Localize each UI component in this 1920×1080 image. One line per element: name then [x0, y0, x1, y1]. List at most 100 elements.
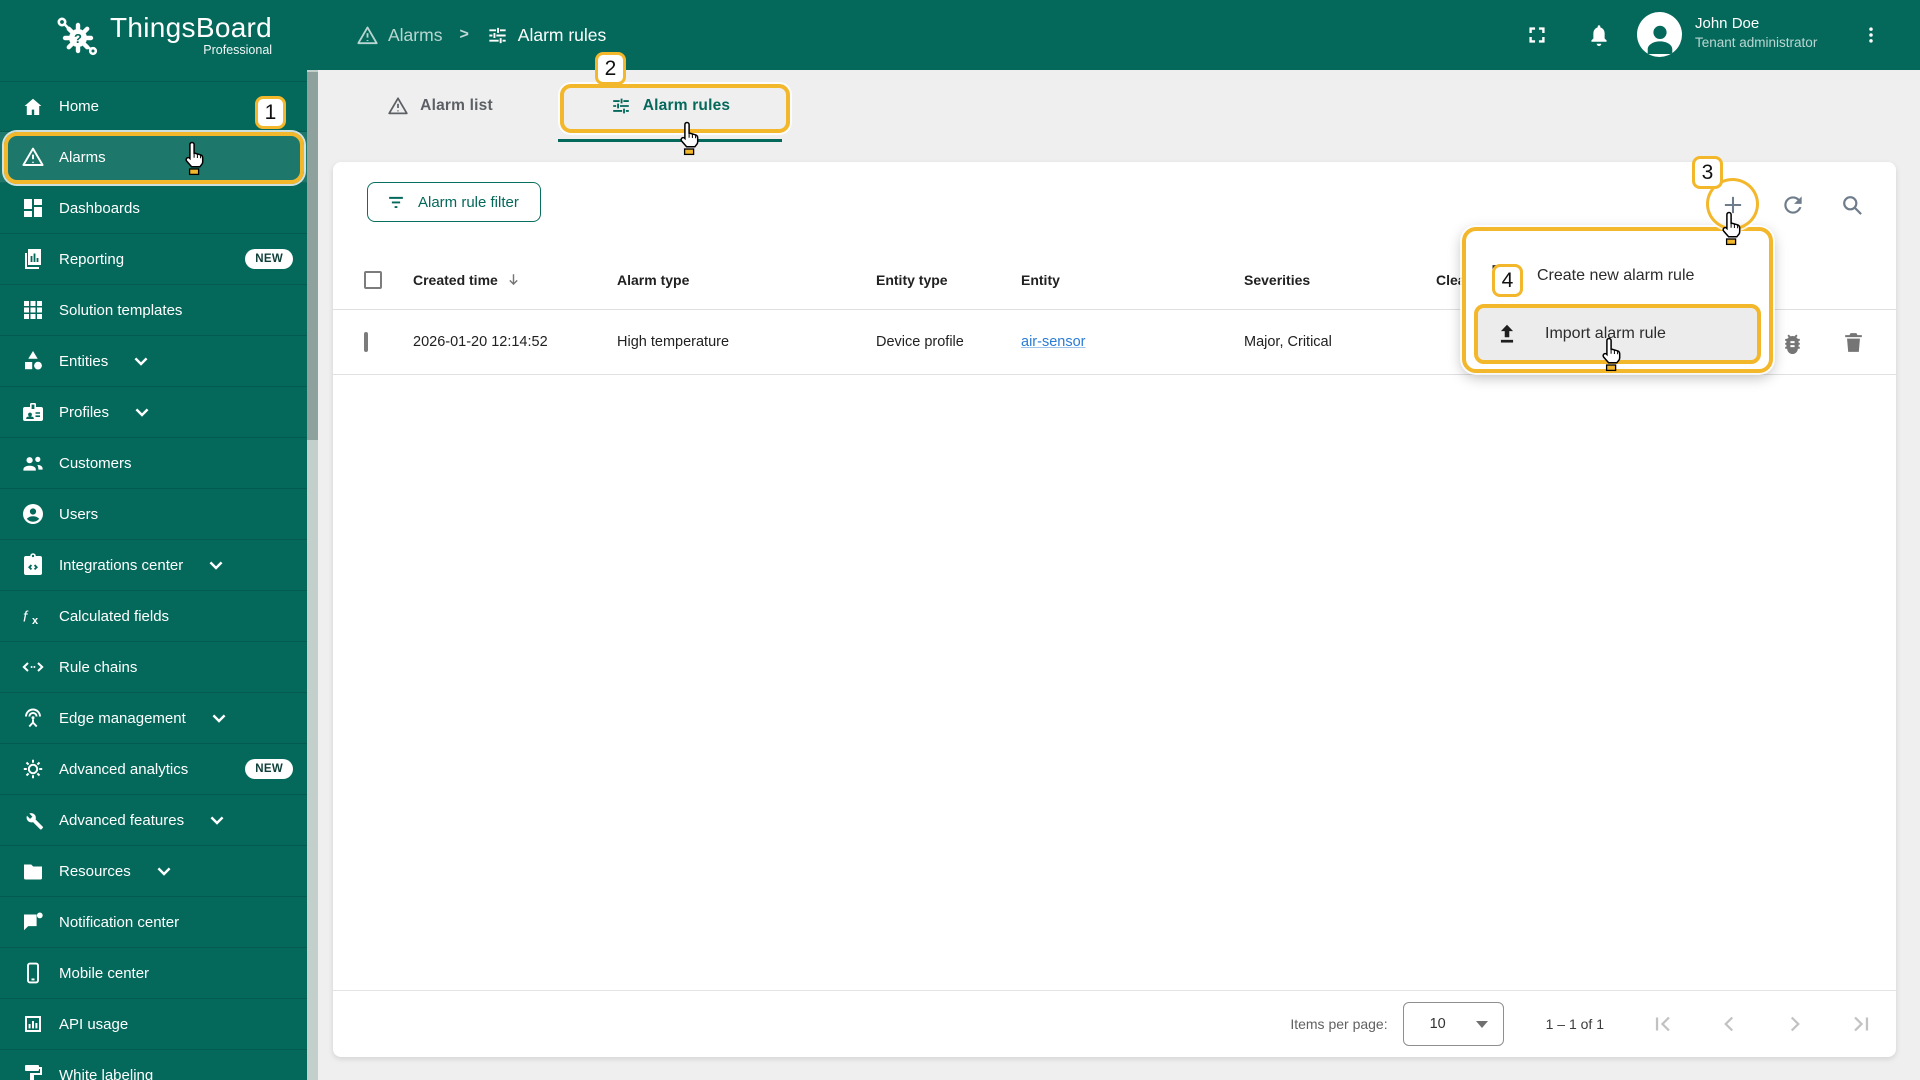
column-header-entity[interactable]: Entity [1021, 272, 1244, 288]
items-per-page-value: 10 [1429, 1016, 1446, 1032]
filter-icon [385, 191, 407, 213]
tab-bar: Alarm list Alarm rules [330, 70, 790, 142]
sidebar-item-edge-management[interactable]: Edge management [0, 693, 307, 744]
sidebar-item-label: Alarms [59, 148, 106, 166]
sidebar-item-solution-templates[interactable]: Solution templates [0, 285, 307, 336]
delete-trash-icon[interactable] [1841, 330, 1866, 355]
sidebar-item-users[interactable]: Users [0, 489, 307, 540]
column-header-created-time[interactable]: Created time [413, 271, 617, 288]
sidebar-item-home[interactable]: Home [0, 81, 307, 132]
notifications-button[interactable] [1577, 13, 1621, 57]
avatar-person-icon [1642, 21, 1678, 57]
notification-icon [21, 910, 45, 934]
sidebar-item-label: White labeling [59, 1066, 154, 1080]
chevron-down-icon [205, 808, 229, 832]
sidebar-scrollbar[interactable] [307, 70, 318, 1080]
chevron-down-icon [152, 859, 176, 883]
sidebar-item-resources[interactable]: Resources [0, 846, 307, 897]
refresh-button[interactable] [1773, 185, 1813, 225]
sidebar-item-label: Advanced analytics [59, 760, 189, 778]
sidebar-scrollbar-thumb[interactable] [307, 72, 318, 440]
sidebar-item-customers[interactable]: Customers [0, 438, 307, 489]
sidebar-item-label: Mobile center [59, 964, 150, 982]
sidebar-item-entities[interactable]: Entities [0, 336, 307, 387]
new-badge: NEW [245, 759, 293, 779]
menu-item-import-alarm-rule[interactable]: Import alarm rule [1474, 304, 1761, 364]
select-all-checkbox[interactable] [364, 270, 382, 289]
sidebar-item-rule-chains[interactable]: Rule chains [0, 642, 307, 693]
search-button[interactable] [1832, 185, 1872, 225]
tune-icon [610, 95, 632, 117]
entity-link[interactable]: air-sensor [1021, 334, 1085, 350]
column-header-severities[interactable]: Severities [1244, 272, 1436, 288]
fullscreen-button[interactable] [1515, 13, 1559, 57]
next-page-button[interactable] [1782, 1011, 1808, 1037]
top-header: ? ThingsBoard Professional Alarms > Alarm … [0, 0, 1920, 70]
svg-text:x: x [32, 615, 39, 627]
tab-label: Alarm rules [642, 97, 731, 114]
sort-desc-icon [505, 271, 522, 288]
column-header-entity-type[interactable]: Entity type [876, 272, 1021, 288]
tab-label: Alarm list [420, 97, 493, 114]
sidebar-item-advanced-features[interactable]: Advanced features [0, 795, 307, 846]
search-icon [1839, 192, 1865, 218]
breadcrumb-item-alarm-rules[interactable]: Alarm rules [486, 24, 607, 47]
sidebar-item-label: Advanced features [59, 811, 185, 829]
sidebar-item-profiles[interactable]: Profiles [0, 387, 307, 438]
sidebar-item-mobile-center[interactable]: Mobile center [0, 948, 307, 999]
last-page-button[interactable] [1848, 1011, 1874, 1037]
sidebar: Home Alarms Dashboards Reporting NEW Solution… [0, 70, 307, 1080]
antenna-icon [21, 706, 45, 730]
sidebar-item-api-usage[interactable]: API usage [0, 999, 307, 1050]
sidebar-item-notification-center[interactable]: Notification center [0, 897, 307, 948]
select-caret-icon [1475, 1020, 1488, 1028]
user-avatar[interactable] [1637, 12, 1682, 57]
sidebar-item-advanced-analytics[interactable]: Advanced analytics NEW [0, 744, 307, 795]
sidebar-item-label: Reporting [59, 250, 125, 268]
sidebar-item-calculated-fields[interactable]: f x Calculated fields [0, 591, 307, 642]
file-icon [1486, 263, 1512, 289]
function-icon: fx [21, 604, 45, 628]
menu-item-create-new-alarm-rule[interactable]: Create new alarm rule [1466, 247, 1769, 305]
plus-icon [1720, 192, 1746, 218]
cell-created-time: 2026-01-20 12:14:52 [413, 334, 548, 350]
previous-page-button[interactable] [1716, 1011, 1742, 1037]
debug-bug-icon[interactable] [1780, 330, 1805, 355]
sidebar-item-dashboards[interactable]: Dashboards [0, 183, 307, 234]
rule-chain-icon [21, 655, 45, 679]
add-alarm-rule-button[interactable] [1713, 185, 1753, 225]
sidebar-item-label: Customers [59, 454, 132, 472]
header-more-button[interactable] [1853, 13, 1889, 57]
folder-icon [21, 859, 45, 883]
user-info[interactable]: John Doe Tenant administrator [1695, 14, 1817, 52]
breadcrumb-separator: > [459, 26, 469, 43]
sidebar-item-integrations-center[interactable]: Integrations center [0, 540, 307, 591]
brand-name: ThingsBoard [110, 11, 273, 43]
svg-text:f: f [23, 609, 29, 626]
breadcrumb-item-alarms[interactable]: Alarms [356, 24, 442, 47]
tab-alarm-list[interactable]: Alarm list [330, 70, 550, 142]
warning-icon [356, 24, 379, 47]
upload-icon [1494, 321, 1520, 347]
breadcrumb-label: Alarm rules [517, 24, 607, 45]
warning-icon [21, 145, 45, 169]
chevron-down-icon [207, 706, 231, 730]
tab-alarm-rules[interactable]: Alarm rules [550, 70, 790, 142]
thingsboard-app: ? ThingsBoard Professional Alarms > Alarm … [0, 0, 1920, 1080]
alarm-rule-filter-button[interactable]: Alarm rule filter [367, 182, 541, 222]
paint-icon [21, 1063, 45, 1080]
column-header-alarm-type[interactable]: Alarm type [617, 272, 876, 288]
grid-icon [21, 298, 45, 322]
sidebar-item-label: Notification center [59, 913, 180, 931]
first-page-button[interactable] [1650, 1011, 1676, 1037]
user-name: John Doe [1695, 15, 1760, 32]
brand-logo[interactable]: ? ThingsBoard Professional [52, 0, 272, 70]
badge-icon [21, 400, 45, 424]
analytics-icon [21, 757, 45, 781]
sidebar-item-alarms[interactable]: Alarms [0, 132, 307, 183]
menu-item-label: Create new alarm rule [1537, 267, 1695, 284]
sidebar-item-reporting[interactable]: Reporting NEW [0, 234, 307, 285]
row-checkbox[interactable] [364, 332, 368, 352]
items-per-page-select[interactable]: 10 [1402, 1002, 1504, 1046]
sidebar-item-white-labeling[interactable]: White labeling [0, 1050, 307, 1080]
